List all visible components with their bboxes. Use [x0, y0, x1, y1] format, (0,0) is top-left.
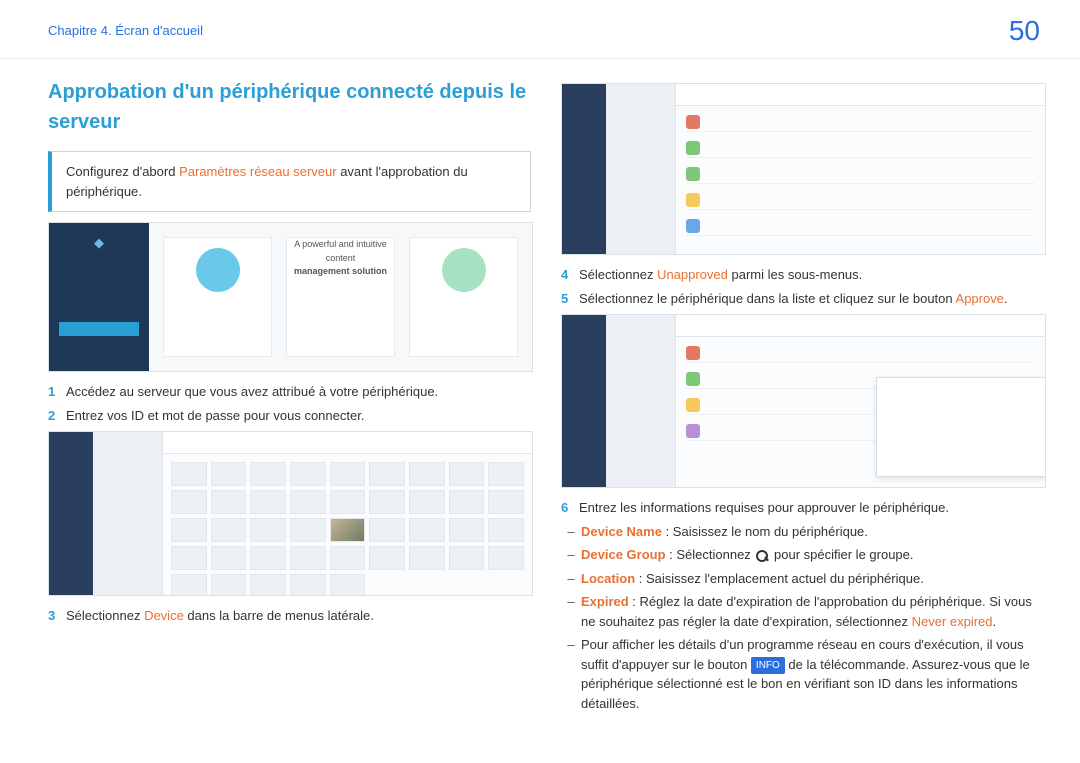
step-1: 1 Accédez au serveur que vous avez attri… — [48, 382, 531, 402]
sub-device-group: – Device Group : Sélectionnez pour spéci… — [561, 545, 1044, 565]
ph-grid-body — [163, 454, 532, 595]
step-3-text: Sélectionnez Device dans la barre de men… — [66, 606, 531, 626]
screenshot-device-grid — [48, 431, 533, 596]
step-1-num: 1 — [48, 382, 66, 402]
step-1-text: Accédez au serveur que vous avez attribu… — [66, 382, 531, 402]
step-2-text: Entrez vos ID et mot de passe pour vous … — [66, 406, 531, 426]
content-columns: Approbation d'un périphérique connecté d… — [0, 59, 1080, 737]
page-header: Chapitre 4. Écran d'accueil 50 — [0, 0, 1080, 59]
note-highlight: Paramètres réseau serveur — [179, 164, 337, 179]
note-before: Configurez d'abord — [66, 164, 179, 179]
ph-list1-sidebar — [562, 84, 606, 254]
ph-list1-nav — [606, 84, 676, 254]
step-5-num: 5 — [561, 289, 579, 309]
login-caption-l1: A powerful and intuitive content — [287, 238, 394, 265]
page-number: 50 — [1009, 10, 1040, 52]
step-2-num: 2 — [48, 406, 66, 426]
ph-login-sidebar: ◆ — [49, 223, 149, 371]
step-3-num: 3 — [48, 606, 66, 626]
screenshot-approve-modal — [561, 314, 1046, 488]
ph-chart-1 — [163, 237, 272, 357]
steps-1-2: 1 Accédez au serveur que vous avez attri… — [48, 382, 531, 425]
left-column: Approbation d'un périphérique connecté d… — [48, 77, 531, 717]
approve-modal — [876, 377, 1046, 477]
ph-login-charts: A powerful and intuitive content managem… — [149, 223, 532, 371]
server-logo-icon: ◆ — [49, 223, 149, 263]
ph-list2-top — [676, 315, 1045, 337]
steps-3: 3 Sélectionnez Device dans la barre de m… — [48, 606, 531, 626]
ph-grid-top — [163, 432, 532, 454]
step-6: 6 Entrez les informations requises pour … — [561, 498, 1044, 518]
step-6-text: Entrez les informations requises pour ap… — [579, 498, 1044, 518]
ph-list1-body — [676, 106, 1045, 254]
step-4-text: Sélectionnez Unapproved parmi les sous-m… — [579, 265, 1044, 285]
sub-location: – Location : Saisissez l'emplacement act… — [561, 569, 1044, 589]
step-4-num: 4 — [561, 265, 579, 285]
step-4: 4 Sélectionnez Unapproved parmi les sous… — [561, 265, 1044, 285]
section-title: Approbation d'un périphérique connecté d… — [48, 77, 531, 137]
steps-6: 6 Entrez les informations requises pour … — [561, 498, 1044, 518]
step-3: 3 Sélectionnez Device dans la barre de m… — [48, 606, 531, 626]
step-5: 5 Sélectionnez le périphérique dans la l… — [561, 289, 1044, 309]
steps-4-5: 4 Sélectionnez Unapproved parmi les sous… — [561, 265, 1044, 308]
note-box: Configurez d'abord Paramètres réseau ser… — [48, 151, 531, 212]
magnifier-icon — [756, 550, 768, 562]
ph-login-button — [59, 322, 139, 336]
screenshot-unapproved-list — [561, 83, 1046, 255]
step-2: 2 Entrez vos ID et mot de passe pour vou… — [48, 406, 531, 426]
ph-chart-2: A powerful and intuitive content managem… — [286, 237, 395, 357]
ph-list1-top — [676, 84, 1045, 106]
substeps: – Device Name : Saisissez le nom du péri… — [561, 522, 1044, 714]
ph-list2-body — [676, 337, 1045, 487]
step-6-num: 6 — [561, 498, 579, 518]
ph-chart-3 — [409, 237, 518, 357]
sub-info: – Pour afficher les détails d'un program… — [561, 635, 1044, 713]
sub-expired: – Expired : Réglez la date d'expiration … — [561, 592, 1044, 631]
info-badge: INFO — [751, 657, 785, 674]
sub-device-name: – Device Name : Saisissez le nom du péri… — [561, 522, 1044, 542]
ph-grid-sidebar — [49, 432, 93, 595]
step-5-text: Sélectionnez le périphérique dans la lis… — [579, 289, 1044, 309]
ph-list2-sidebar — [562, 315, 606, 487]
ph-grid-nav — [93, 432, 163, 595]
login-caption-l2: management solution — [294, 266, 387, 276]
ph-list2-nav — [606, 315, 676, 487]
right-column: 4 Sélectionnez Unapproved parmi les sous… — [561, 77, 1044, 717]
screenshot-login: ◆ A powerful and intuitive content manag… — [48, 222, 533, 372]
chapter-label: Chapitre 4. Écran d'accueil — [48, 21, 203, 41]
